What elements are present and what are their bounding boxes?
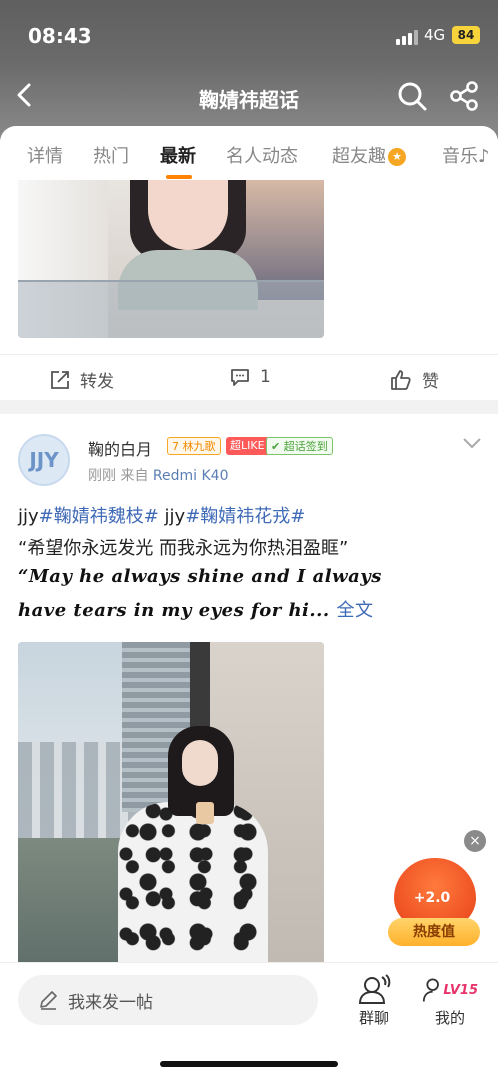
tab-details[interactable]: 详情 <box>27 142 63 168</box>
repost-icon <box>51 370 69 389</box>
level-badge: LV15 <box>443 982 478 998</box>
tab-music[interactable]: 音乐♪ <box>442 142 490 168</box>
share-icon[interactable] <box>448 80 480 112</box>
like-label: 赞 <box>422 372 439 392</box>
avatar[interactable]: JJY <box>18 434 70 486</box>
repost-label: 转发 <box>80 372 114 392</box>
post-time: 刚刚 <box>88 468 116 484</box>
status-time: 08:43 <box>28 24 92 48</box>
post-text-line-4: have tears in my eyes for hi... 全文 <box>18 596 373 622</box>
fan-level-name: 林九歌 <box>182 440 216 453</box>
full-text-link[interactable]: 全文 <box>336 600 373 621</box>
text-prefix: jjy <box>18 506 39 527</box>
post-image-2[interactable] <box>18 642 324 972</box>
hashtag-1[interactable]: #鞠婧祎魏枝# <box>39 506 159 527</box>
bottom-bar: 我来发一帖 群聊 LV15 我的 <box>0 962 498 1080</box>
sign-in-label: 超话签到 <box>283 440 328 453</box>
image-girl-face <box>182 740 218 786</box>
post-text-line-3: “May he always shine and I always <box>18 566 382 587</box>
post-actions: 转发 1 赞 <box>0 354 498 398</box>
image-cup <box>196 802 214 824</box>
post-divider <box>0 400 498 414</box>
group-chat-button[interactable]: 群聊 <box>350 973 398 1028</box>
like-icon <box>391 369 411 390</box>
compose-placeholder: 我来发一帖 <box>68 992 153 1013</box>
heat-plus: +2.0 <box>413 890 451 906</box>
tab-bar: 详情 热门 最新 名人动态 超友趣 ★ 音乐♪ <box>0 126 498 182</box>
group-chat-label: 群聊 <box>358 1009 389 1027</box>
profile-icon <box>422 978 439 1002</box>
post-text-line-4-content: have tears in my eyes for hi... <box>18 600 330 621</box>
mine-label: 我的 <box>434 1009 465 1027</box>
tab-celebrity[interactable]: 名人动态 <box>226 142 298 168</box>
post-text-line-2: “希望你永远发光 而我永远为你热泪盈眶” <box>18 538 349 559</box>
check-icon: ✔ <box>271 440 281 453</box>
comment-button[interactable]: 1 <box>230 367 271 387</box>
status-bar: 08:43 4G 84 <box>0 22 498 52</box>
comment-icon <box>231 369 249 386</box>
heat-value-widget[interactable]: +2.0 热度值 <box>388 850 484 950</box>
heat-label: 热度值 <box>388 918 480 946</box>
top-header: 08:43 4G 84 鞠婧祎超话 <box>0 0 498 140</box>
tab-friends[interactable]: 超友趣 ★ <box>332 142 406 168</box>
fan-level-number: 7 <box>172 440 179 453</box>
like-button[interactable]: 赞 <box>390 367 439 392</box>
tab-friends-label: 超友趣 <box>332 146 386 167</box>
battery-level: 84 <box>452 26 480 44</box>
tab-hot[interactable]: 热门 <box>93 142 129 168</box>
pencil-icon <box>40 991 57 1010</box>
post-text-line-1: jjy#鞠婧祎魏枝# jjy#鞠婧祎花戎# <box>18 502 305 528</box>
home-indicator <box>160 1061 338 1067</box>
chevron-down-icon[interactable] <box>462 436 482 450</box>
mine-button[interactable]: LV15 我的 <box>422 973 478 1028</box>
hashtag-2[interactable]: #鞠婧祎花戎# <box>185 506 305 527</box>
text-middle: jjy <box>158 506 186 527</box>
post-image-1[interactable] <box>18 180 324 338</box>
music-note-icon: ♪ <box>478 146 490 167</box>
repost-button[interactable]: 转发 <box>50 367 114 392</box>
image-dress <box>118 802 268 972</box>
sign-in-badge[interactable]: ✔ 超话签到 <box>266 437 333 455</box>
comment-count: 1 <box>260 367 271 387</box>
post-username[interactable]: 鞠的白月 <box>88 436 152 460</box>
network-type: 4G <box>424 26 446 44</box>
compose-post-button[interactable]: 我来发一帖 <box>18 975 318 1025</box>
signal-icon <box>396 30 418 45</box>
source-prefix: 来自 <box>120 468 149 484</box>
image-glass <box>18 280 324 338</box>
title-bar: 鞠婧祎超话 <box>0 76 498 116</box>
fan-level-badge[interactable]: 7 林九歌 <box>167 437 221 455</box>
post-meta: 刚刚 来自 Redmi K40 <box>88 465 228 485</box>
super-like-badge[interactable]: 超LIKE <box>226 437 269 455</box>
close-float-button[interactable]: × <box>464 830 486 852</box>
tab-latest[interactable]: 最新 <box>160 142 196 168</box>
device-name[interactable]: Redmi K40 <box>153 468 229 484</box>
active-tab-indicator <box>166 175 192 179</box>
group-chat-icon <box>358 974 391 1004</box>
tab-music-label: 音乐 <box>442 146 478 167</box>
search-icon[interactable] <box>396 80 428 112</box>
star-badge-icon: ★ <box>388 148 406 166</box>
